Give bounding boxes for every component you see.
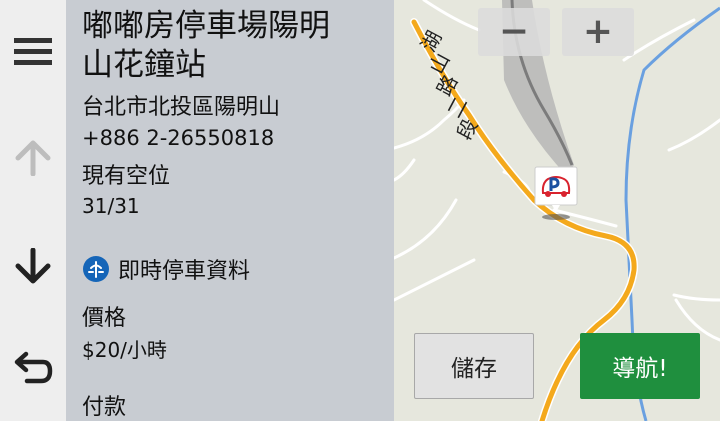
scroll-down-button[interactable] xyxy=(0,236,66,296)
save-button[interactable]: 儲存 xyxy=(414,333,534,399)
menu-icon xyxy=(14,38,52,65)
place-info-panel: 嘟嘟房停車場陽明 山花鐘站 台北市北投區陽明山 +886 2-26550818 … xyxy=(66,0,394,421)
arrow-down-icon xyxy=(15,248,51,284)
back-arrow-icon xyxy=(14,351,53,384)
map-view[interactable]: 湖 山 路 二 段 − + 儲存 導航! xyxy=(394,0,720,421)
left-rail xyxy=(0,0,66,421)
payment-label: 付款 xyxy=(82,395,127,420)
plus-icon: + xyxy=(582,11,614,52)
place-name-line1: 嘟嘟房停車場陽明 xyxy=(82,8,330,44)
place-address: 台北市北投區陽明山 xyxy=(82,95,281,120)
availability-label: 現有空位 xyxy=(82,164,171,189)
scroll-up-button[interactable] xyxy=(0,128,66,188)
place-phone[interactable]: +886 2-26550818 xyxy=(82,124,274,152)
zoom-out-button[interactable]: − xyxy=(478,8,550,56)
realtime-parking-label: 即時停車資料 xyxy=(118,259,251,284)
price-label: 價格 xyxy=(82,306,127,331)
arrow-up-icon xyxy=(15,140,51,176)
parking-marker[interactable] xyxy=(534,166,578,222)
place-name-line2: 山花鐘站 xyxy=(82,47,206,83)
parking-marker-icon xyxy=(534,166,578,220)
minus-icon: − xyxy=(498,11,530,52)
zoom-in-button[interactable]: + xyxy=(562,8,634,56)
realtime-parking-icon xyxy=(83,256,109,282)
menu-button[interactable] xyxy=(0,22,66,82)
navigate-button[interactable]: 導航! xyxy=(580,333,700,399)
availability-value: 31/31 xyxy=(82,194,140,218)
price-value: $20/小時 xyxy=(82,338,167,362)
realtime-parking-link[interactable]: 即時停車資料 xyxy=(82,253,250,285)
back-button[interactable] xyxy=(0,338,66,398)
